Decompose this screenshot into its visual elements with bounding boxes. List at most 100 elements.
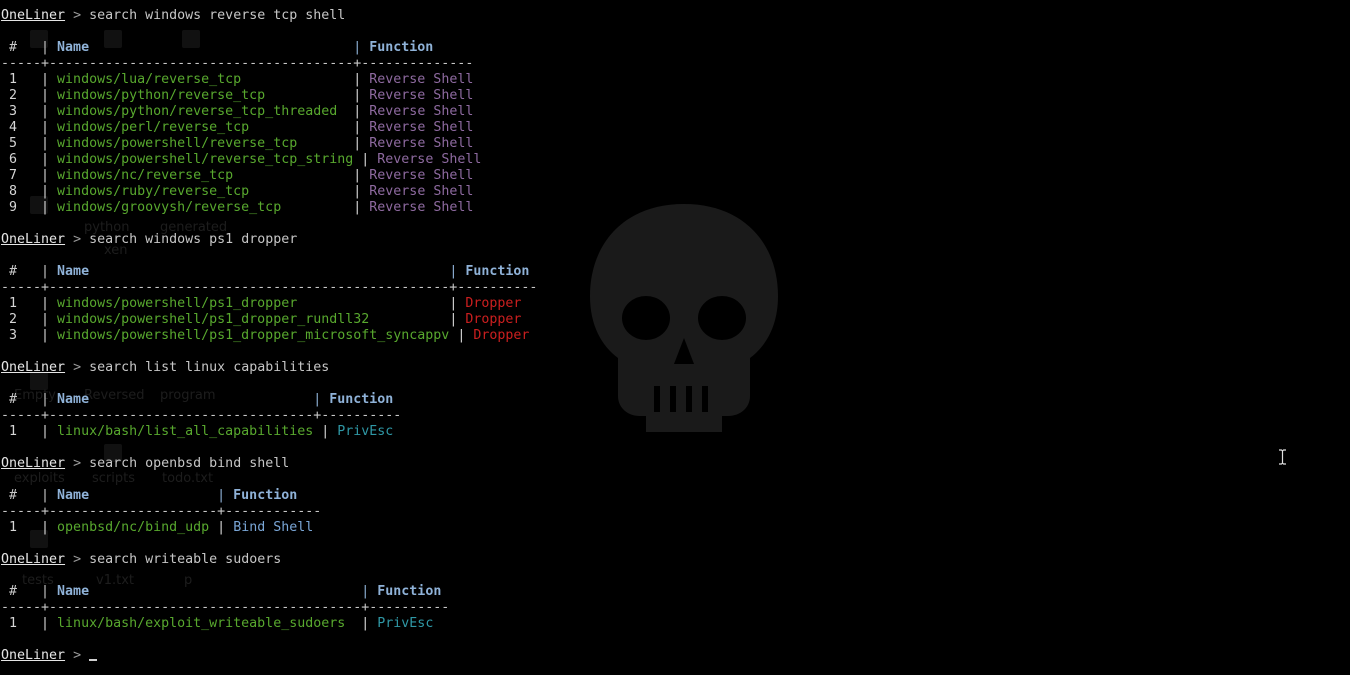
function-label: Reverse Shell — [369, 88, 474, 103]
row-index: 1 — [1, 72, 42, 87]
column-separator: | — [41, 40, 58, 55]
header-name: Name — [57, 584, 362, 599]
command-text: search windows ps1 dropper — [89, 232, 298, 247]
table-rule: -----+----------------------------------… — [1, 600, 537, 616]
column-separator: | — [353, 104, 370, 119]
header-function: Function — [465, 264, 530, 279]
text-cursor — [89, 659, 98, 661]
column-separator: | — [353, 40, 370, 55]
column-separator: | — [353, 72, 370, 87]
module-path: windows/ruby/reverse_tcp — [57, 184, 250, 199]
header-name: Name — [57, 392, 314, 407]
function-label: Reverse Shell — [369, 168, 474, 183]
column-separator: | — [321, 424, 338, 439]
table-row: 2 | windows/powershell/ps1_dropper_rundl… — [1, 312, 537, 328]
function-label: Dropper — [465, 312, 522, 327]
module-path: windows/perl/reverse_tcp — [57, 120, 250, 135]
function-label: Reverse Shell — [369, 72, 474, 87]
column-separator: | — [41, 584, 58, 599]
row-index: 1 — [1, 296, 42, 311]
table-row: 4 | windows/perl/reverse_tcp | Reverse S… — [1, 120, 537, 136]
column-separator: | — [41, 88, 58, 103]
module-path: windows/groovysh/reverse_tcp — [57, 200, 282, 215]
header-number: # — [1, 40, 42, 55]
prompt-arrow: > — [73, 648, 82, 663]
function-label: Bind Shell — [233, 520, 314, 535]
command-text: search openbsd bind shell — [89, 456, 290, 471]
column-separator: | — [361, 616, 378, 631]
row-index: 6 — [1, 152, 42, 167]
prompt-arrow: > — [73, 552, 82, 567]
table-header: # | Name | Function — [1, 488, 537, 504]
table-header: # | Name | Function — [1, 264, 537, 280]
table-row: 1 | linux/bash/exploit_writeable_sudoers… — [1, 616, 537, 632]
header-number: # — [1, 488, 42, 503]
command-text: search list linux capabilities — [89, 360, 330, 375]
function-label: Reverse Shell — [369, 200, 474, 215]
column-separator: | — [313, 392, 330, 407]
table-rule: -----+----------------------------------… — [1, 56, 537, 72]
column-separator: | — [353, 200, 370, 215]
column-separator: | — [41, 392, 58, 407]
module-path: windows/powershell/ps1_dropper_microsoft… — [57, 328, 450, 343]
column-separator: | — [41, 104, 58, 119]
header-number: # — [1, 584, 42, 599]
row-index: 8 — [1, 184, 42, 199]
table-rule-text: -----+----------------------------------… — [1, 56, 474, 71]
table-row: 1 | windows/lua/reverse_tcp | Reverse Sh… — [1, 72, 537, 88]
column-separator: | — [353, 136, 370, 151]
function-label: Reverse Shell — [369, 120, 474, 135]
prompt-name: OneLiner — [1, 552, 66, 567]
column-separator: | — [41, 152, 58, 167]
table-rule-text: -----+---------------------------------+… — [1, 408, 402, 423]
prompt-line: OneLiner > — [1, 648, 537, 664]
header-function: Function — [369, 40, 434, 55]
column-separator: | — [41, 328, 58, 343]
table-rule-text: -----+---------------------+------------ — [1, 504, 322, 519]
table-rule: -----+----------------------------------… — [1, 280, 537, 296]
table-header: # | Name | Function — [1, 584, 537, 600]
command-text: search writeable sudoers — [89, 552, 282, 567]
function-label: Dropper — [473, 328, 530, 343]
column-separator: | — [41, 264, 58, 279]
table-row: 1 | windows/powershell/ps1_dropper | Dro… — [1, 296, 537, 312]
column-separator: | — [41, 120, 58, 135]
row-index: 4 — [1, 120, 42, 135]
column-separator: | — [361, 152, 378, 167]
skull-watermark-icon — [590, 204, 778, 432]
table-row: 3 | windows/powershell/ps1_dropper_micro… — [1, 328, 537, 344]
column-separator: | — [449, 296, 466, 311]
module-path: windows/powershell/ps1_dropper — [57, 296, 298, 311]
module-path: openbsd/nc/bind_udp — [57, 520, 210, 535]
module-path: windows/powershell/ps1_dropper_rundll32 — [57, 312, 370, 327]
header-name: Name — [57, 40, 354, 55]
command-text: search windows reverse tcp shell — [89, 8, 346, 23]
module-path: windows/powershell/reverse_tcp_string — [57, 152, 354, 167]
table-row: 9 | windows/groovysh/reverse_tcp | Rever… — [1, 200, 537, 216]
function-label: Reverse Shell — [369, 104, 474, 119]
column-separator: | — [353, 88, 370, 103]
function-label: PrivEsc — [377, 616, 434, 631]
table-header: # | Name | Function — [1, 392, 537, 408]
row-index: 2 — [1, 312, 42, 327]
prompt-arrow: > — [73, 232, 82, 247]
column-separator: | — [41, 424, 58, 439]
row-index: 1 — [1, 520, 42, 535]
prompt-name: OneLiner — [1, 8, 66, 23]
module-path: windows/python/reverse_tcp_threaded — [57, 104, 338, 119]
row-index: 3 — [1, 104, 42, 119]
terminal-window[interactable]: python generated xen Empty Reversed prog… — [0, 0, 1350, 675]
module-path: linux/bash/exploit_writeable_sudoers — [57, 616, 346, 631]
table-header: # | Name | Function — [1, 40, 537, 56]
header-name: Name — [57, 488, 218, 503]
table-row: 1 | linux/bash/list_all_capabilities | P… — [1, 424, 537, 440]
column-separator: | — [41, 200, 58, 215]
module-path: windows/nc/reverse_tcp — [57, 168, 234, 183]
